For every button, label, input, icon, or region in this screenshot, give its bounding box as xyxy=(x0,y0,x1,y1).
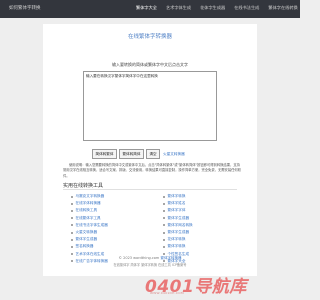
tool-label: 繁体字转换 xyxy=(167,194,186,199)
tool-link[interactable]: 繁体字姓名 xyxy=(163,200,193,207)
tool-link[interactable]: 在线转换工具 xyxy=(71,207,108,214)
bullet-icon xyxy=(163,224,165,227)
tool-label: 在线书法字体生成器 xyxy=(75,222,108,227)
nav-item-fanti-daquan[interactable]: 繁体字大全 xyxy=(136,5,157,11)
clear-button[interactable]: 清空 xyxy=(145,149,161,159)
tool-label: 繁体字网名转换 xyxy=(167,222,193,227)
tools-list-right: 繁体字转换 繁体字姓名 繁体字字体 繁体字生成器 繁体字网名转换 繁体字生成器 … xyxy=(163,193,193,265)
tool-link[interactable]: 在线字体转换器 xyxy=(71,200,108,207)
tools-list-left: 马赛克文字转换器 在线字体转换器 在线转换工具 在线繁体字工具 在线书法字体生成… xyxy=(71,193,108,265)
tool-link[interactable]: 繁体字生成器 xyxy=(163,215,193,222)
top-navigation-bar: 如何繁体字转换 繁体字大全 艺术字体生成 花体字生成器 在线书法生成 繁体字在线… xyxy=(0,0,300,18)
tool-link[interactable]: 繁体字转换 xyxy=(163,243,193,250)
footer-info: 在线繁体字 简体字 繁体字转换 在线工具 ICP备案号 xyxy=(113,263,187,267)
tool-label: 火星文转换器 xyxy=(75,230,98,235)
tool-label: 在线繁体字工具 xyxy=(75,215,101,220)
main-nav: 繁体字大全 艺术字体生成 花体字生成器 在线书法生成 繁体字在线转换 xyxy=(136,5,307,11)
tools-section-title: 实用在线转换工具 xyxy=(63,183,104,189)
tool-label: 在线转换工具 xyxy=(75,208,98,213)
bullet-icon xyxy=(71,245,73,248)
footer-link[interactable]: 繁体字转换器 xyxy=(160,256,181,260)
tool-label: 繁体字生成器 xyxy=(167,230,190,235)
bullet-icon xyxy=(163,195,165,198)
bullet-icon xyxy=(163,217,165,220)
simplified-to-traditional-button[interactable]: 简体转繁体 xyxy=(92,149,117,159)
watermark-url: WWW.0401DH.COM xyxy=(150,291,184,295)
bullet-icon xyxy=(71,253,73,256)
nav-item-art-font[interactable]: 艺术字体生成 xyxy=(166,5,191,11)
tool-label: 繁体字姓名 xyxy=(167,201,186,206)
footer-copyright-text: © 2023 wordthing.com xyxy=(118,256,160,260)
traditional-to-simplified-button[interactable]: 繁体转简体 xyxy=(118,149,144,159)
tool-link[interactable]: 繁体字生成器 xyxy=(71,236,108,243)
bullet-icon xyxy=(163,231,165,234)
divider xyxy=(63,189,237,190)
tool-label: 签名转换器 xyxy=(75,244,94,249)
bullet-icon xyxy=(71,195,73,198)
tool-label: 繁体字字体 xyxy=(167,208,186,213)
bullet-icon xyxy=(163,238,165,241)
tool-label: 繁体字转换 xyxy=(167,244,186,249)
nav-item-convert[interactable]: 繁体字在线转换 xyxy=(268,5,297,11)
usage-description: 使用说明：输入您需要转换的简体中文或繁体中文后，点击"简体转繁体"或"繁体转简体… xyxy=(63,163,242,178)
nav-item-fancy-font[interactable]: 花体字生成器 xyxy=(200,5,225,11)
bullet-icon xyxy=(71,224,73,227)
text-input-area[interactable]: 输入要在转换汉字繁体字简体字中在这里转换 xyxy=(83,71,217,141)
nav-item-calligraphy[interactable]: 在线书法生成 xyxy=(234,5,259,11)
bullet-icon xyxy=(163,245,165,248)
bullet-icon xyxy=(71,202,73,205)
tool-link[interactable]: 在线书法字体生成器 xyxy=(71,222,108,229)
bullet-icon xyxy=(163,253,165,256)
tool-label: 繁体字生成器 xyxy=(167,215,190,220)
page-title: 在线繁体字转换器 xyxy=(127,34,172,40)
tool-link[interactable]: 繁体字网名转换 xyxy=(163,222,193,229)
tool-link[interactable]: 花体字转换 xyxy=(163,236,193,243)
tool-label: 繁体字生成器 xyxy=(75,237,98,242)
bullet-icon xyxy=(71,238,73,241)
action-buttons: 简体转繁体 繁体转简体 清空 火星文转换器 xyxy=(92,149,185,159)
bullet-icon xyxy=(163,202,165,205)
tool-link[interactable]: 繁体字转换 xyxy=(163,193,193,200)
bullet-icon xyxy=(71,217,73,220)
tool-link[interactable]: 繁体字生成器 xyxy=(163,229,193,236)
tool-label: 花体字转换 xyxy=(167,237,186,242)
bullet-icon xyxy=(71,231,73,234)
tool-link[interactable]: 繁体字字体 xyxy=(163,207,193,214)
input-prompt: 输入要转换的简体或繁体字中文后点击文字 xyxy=(112,62,188,67)
bullet-icon xyxy=(71,209,73,212)
tool-label: 马赛克文字转换器 xyxy=(75,194,105,199)
footer-copyright: © 2023 wordthing.com 繁体字转换器 xyxy=(0,256,300,261)
mars-text-link[interactable]: 火星文转换器 xyxy=(163,152,185,157)
tool-link[interactable]: 马赛克文字转换器 xyxy=(71,193,108,200)
tool-link[interactable]: 签名转换器 xyxy=(71,243,108,250)
bullet-icon xyxy=(163,209,165,212)
tool-link[interactable]: 在线繁体字工具 xyxy=(71,215,108,222)
tool-link[interactable]: 火星文转换器 xyxy=(71,229,108,236)
site-logo[interactable]: 如何繁体字转换 xyxy=(9,5,41,11)
main-panel: 在线繁体字转换器 输入要转换的简体或繁体字中文后点击文字 输入要在转换汉字繁体字… xyxy=(43,24,257,276)
tool-label: 在线字体转换器 xyxy=(75,201,101,206)
